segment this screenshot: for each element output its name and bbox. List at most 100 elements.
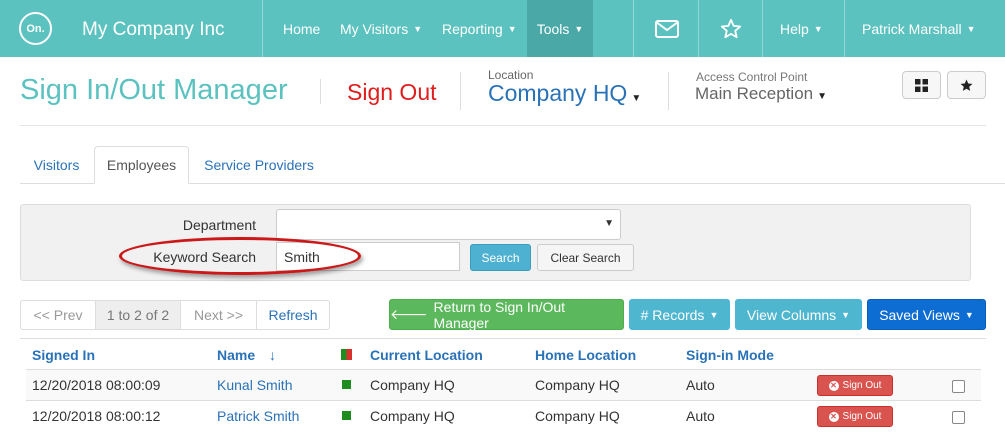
arrow-left-icon: 🡐 <box>390 306 428 322</box>
header-divider <box>320 79 321 104</box>
caret-down-icon: ▼ <box>841 309 851 320</box>
x-circle-icon: ✕ <box>828 411 839 422</box>
star-icon <box>960 79 973 91</box>
saved-views-label: Saved Views <box>879 306 960 323</box>
row-signed-in: 12/20/2018 08:00:09 <box>32 377 161 393</box>
dashboard-grid-button[interactable] <box>902 71 941 99</box>
next-page-button[interactable]: Next >> <box>180 300 257 330</box>
nav-help[interactable]: Help ▼ <box>780 0 823 57</box>
row-sign-out-button[interactable]: ✕ Sign Out <box>817 406 893 427</box>
caret-down-icon: ▼ <box>709 309 719 320</box>
header-divider <box>668 72 669 110</box>
column-header-signed-in[interactable]: Signed In <box>32 347 95 363</box>
caret-down-icon: ▼ <box>507 23 517 34</box>
column-header-home-location[interactable]: Home Location <box>535 347 636 363</box>
nav-my-visitors[interactable]: My Visitors ▼ <box>340 0 422 57</box>
location-selector[interactable]: Company HQ ▼ <box>488 80 641 107</box>
row-sign-out-label: Sign Out <box>842 380 882 391</box>
caret-down-icon: ▼ <box>813 23 823 34</box>
status-column-icon <box>341 349 352 360</box>
favorite-page-button[interactable] <box>947 71 986 99</box>
department-select[interactable]: ▼ <box>276 209 621 240</box>
nav-my-visitors-label: My Visitors <box>340 20 409 37</box>
row-current-location: Company HQ <box>370 408 455 424</box>
access-control-point-label: Access Control Point <box>696 70 808 84</box>
view-columns-dropdown[interactable]: View Columns ▼ <box>735 299 862 330</box>
user-name: Patrick Marshall <box>862 20 962 37</box>
row-sign-in-mode: Auto <box>686 377 715 393</box>
row-name-link[interactable]: Kunal Smith <box>217 377 292 393</box>
nav-divider <box>262 0 263 57</box>
top-navbar: On. My Company Inc Home My Visitors ▼ Re… <box>0 0 1005 57</box>
star-icon <box>720 18 742 38</box>
caret-down-icon: ▼ <box>631 93 642 104</box>
row-home-location: Company HQ <box>535 377 620 393</box>
company-name[interactable]: My Company Inc <box>82 19 225 41</box>
column-header-sign-in-mode[interactable]: Sign-in Mode <box>686 347 774 363</box>
records-label: # Records <box>640 306 705 323</box>
nav-divider <box>844 0 845 57</box>
keyword-search-input[interactable] <box>276 242 460 271</box>
row-sign-in-mode: Auto <box>686 408 715 424</box>
header-separator <box>20 125 986 126</box>
row-sign-out-button[interactable]: ✕ Sign Out <box>817 375 893 396</box>
caret-down-icon: ▼ <box>574 23 584 34</box>
row-select-checkbox[interactable] <box>952 380 965 393</box>
row-home-location: Company HQ <box>535 408 620 424</box>
clear-search-button[interactable]: Clear Search <box>537 244 634 271</box>
signed-in-status-icon <box>342 411 351 420</box>
caret-down-icon: ▼ <box>413 23 423 34</box>
nav-home-label: Home <box>283 20 321 37</box>
table-top-border <box>20 338 986 339</box>
search-button[interactable]: Search <box>470 244 531 271</box>
x-circle-icon: ✕ <box>828 380 839 391</box>
tab-visitors[interactable]: Visitors <box>20 146 93 184</box>
records-dropdown[interactable]: # Records ▼ <box>629 299 730 330</box>
page-info: 1 to 2 of 2 <box>95 300 181 330</box>
page-title: Sign In/Out Manager <box>20 74 288 106</box>
grid-icon <box>915 78 928 92</box>
tab-employees-label: Employees <box>106 157 177 173</box>
row-current-location: Company HQ <box>370 377 455 393</box>
nav-tools[interactable]: Tools ▼ <box>527 0 593 57</box>
row-signed-in: 12/20/2018 08:00:12 <box>32 408 161 424</box>
access-control-point-value: Main Reception <box>695 84 814 103</box>
location-value: Company HQ <box>488 80 628 106</box>
row-name-link[interactable]: Patrick Smith <box>217 408 299 424</box>
table-row-border <box>26 400 981 401</box>
envelope-icon <box>655 19 679 38</box>
nav-reporting[interactable]: Reporting ▼ <box>442 0 517 57</box>
return-to-manager-label: Return to Sign In/Out Manager <box>433 298 566 331</box>
caret-down-icon: ▼ <box>966 23 976 34</box>
caret-down-icon: ▼ <box>604 218 614 229</box>
favorites-button[interactable] <box>698 0 764 57</box>
nav-help-label: Help <box>780 20 809 37</box>
tab-visitors-label: Visitors <box>33 157 80 173</box>
nav-divider <box>762 0 763 57</box>
header-sign-out-link[interactable]: Sign Out <box>347 79 437 106</box>
keyword-search-label: Keyword Search <box>153 249 256 265</box>
company-logo[interactable]: On. <box>19 12 52 45</box>
caret-down-icon: ▼ <box>817 91 828 102</box>
user-menu[interactable]: Patrick Marshall ▼ <box>862 0 976 57</box>
column-header-name-label: Name <box>217 347 256 363</box>
signed-in-status-icon <box>342 380 351 389</box>
column-header-name[interactable]: Name ↓ <box>217 347 276 363</box>
nav-tools-label: Tools <box>536 20 570 37</box>
tab-employees[interactable]: Employees <box>94 146 189 184</box>
nav-home[interactable]: Home <box>283 0 320 57</box>
return-to-manager-button[interactable]: 🡐 Return to Sign In/Out Manager <box>389 298 624 331</box>
saved-views-dropdown[interactable]: Saved Views ▼ <box>867 299 986 330</box>
messages-button[interactable] <box>634 0 700 57</box>
nav-reporting-label: Reporting <box>442 20 503 37</box>
access-control-point-selector[interactable]: Main Reception ▼ <box>695 84 827 104</box>
header-divider <box>460 72 461 110</box>
refresh-button[interactable]: Refresh <box>256 300 330 330</box>
prev-page-button[interactable]: << Prev <box>20 300 96 330</box>
column-header-current-location[interactable]: Current Location <box>370 347 483 363</box>
tab-service-providers-label: Service Providers <box>204 157 314 173</box>
caret-down-icon: ▼ <box>964 309 974 320</box>
tab-service-providers[interactable]: Service Providers <box>190 146 328 184</box>
view-columns-label: View Columns <box>746 306 837 323</box>
row-select-checkbox[interactable] <box>952 411 965 424</box>
